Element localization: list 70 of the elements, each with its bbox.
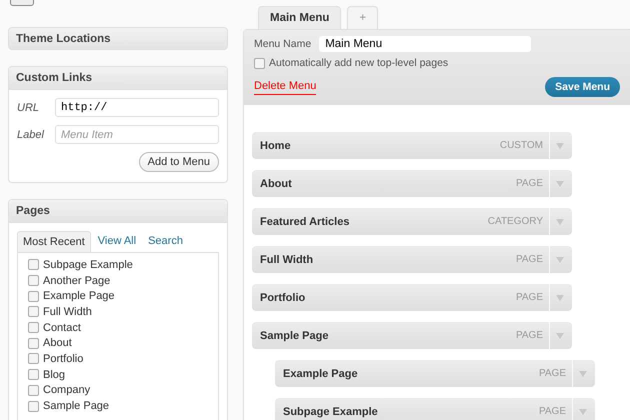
menu-item-bar[interactable]: Featured Articles CATEGORY	[252, 208, 572, 235]
menu-item-title: Featured Articles	[260, 216, 350, 228]
menu-item-title: Full Width	[260, 254, 314, 266]
tab[interactable]: Search	[143, 231, 188, 252]
menu-item-bar[interactable]: Sample Page PAGE	[252, 322, 572, 349]
menu-item-title: Portfolio	[260, 292, 306, 304]
menu-item-bar[interactable]: About PAGE	[252, 170, 572, 197]
checkbox[interactable]	[28, 275, 39, 286]
checkbox[interactable]	[28, 338, 39, 349]
label-field[interactable]: Menu Item	[55, 125, 219, 144]
dropdown-arrow-icon[interactable]	[556, 180, 564, 186]
url-field[interactable]: http://	[55, 98, 219, 117]
checkbox[interactable]	[28, 384, 39, 396]
page-label: Company	[43, 384, 90, 396]
page-label: Blog	[43, 368, 66, 381]
dropdown-arrow-icon[interactable]	[556, 218, 564, 224]
menu-tab[interactable]: Main Menu	[258, 6, 342, 29]
checkbox-label: Automatically add new top-level pages	[269, 57, 448, 69]
checkbox[interactable]	[28, 322, 39, 334]
page-label: Sample Page	[43, 400, 110, 412]
checkbox[interactable]	[28, 259, 39, 270]
menu-name-field[interactable]: Main Menu	[319, 36, 532, 52]
menu-item-bar[interactable]: Example Page PAGE	[275, 360, 595, 387]
tab[interactable]: Most Recent	[17, 231, 91, 252]
dropdown-arrow-icon[interactable]	[556, 256, 564, 262]
menu-item-type: CUSTOM	[500, 140, 544, 151]
menu-item-title: Subpage Example	[283, 406, 379, 418]
dropdown-arrow-icon[interactable]	[579, 370, 587, 376]
page-label: About	[43, 337, 72, 350]
field-label: Menu Name	[254, 38, 312, 50]
menu-item-title: Sample Page	[260, 330, 330, 342]
menu-item-type: PAGE	[516, 254, 544, 265]
menu-item-bar[interactable]: Subpage Example PAGE	[275, 398, 595, 420]
page-label: Full Width	[43, 306, 92, 318]
menu-item-type: PAGE	[516, 178, 544, 189]
menu-item-bar[interactable]: Portfolio PAGE	[252, 284, 572, 311]
panel-title: Theme Locations	[16, 32, 111, 44]
menu-item-type: PAGE	[516, 292, 544, 303]
menu-item-type: PAGE	[538, 406, 567, 417]
checkbox[interactable]	[28, 290, 39, 302]
menu-item-type: CATEGORY	[488, 216, 544, 227]
save-menu-button[interactable]: Save Menu	[545, 77, 620, 97]
checkbox[interactable]	[254, 58, 265, 68]
panel-header[interactable]: Theme Locations	[8, 27, 228, 50]
menu-item-bar[interactable]: Home CUSTOM	[252, 132, 572, 159]
menu-item-title: Example Page	[283, 368, 359, 380]
page-label: Another Page	[43, 274, 110, 287]
dropdown-arrow-icon[interactable]	[556, 332, 564, 338]
panel-title: Custom Links	[16, 72, 92, 84]
menu-item-title: Home	[260, 140, 292, 152]
page-label: Portfolio	[43, 352, 84, 365]
page-label: Contact	[43, 322, 81, 334]
page-label: Subpage Example	[43, 258, 133, 271]
menu-item-title: About	[260, 178, 293, 190]
tab[interactable]: View All	[92, 231, 142, 252]
checkbox[interactable]	[28, 369, 39, 380]
checkbox[interactable]	[28, 306, 39, 318]
field-label: Label	[17, 128, 46, 140]
menu-item-type: PAGE	[538, 368, 567, 379]
checkbox[interactable]	[28, 400, 39, 412]
dropdown-arrow-icon[interactable]	[556, 142, 564, 148]
dropdown-arrow-icon[interactable]	[556, 294, 564, 300]
checkbox[interactable]	[28, 353, 39, 364]
menu-item-type: PAGE	[516, 330, 544, 341]
page-label: Example Page	[43, 290, 115, 302]
add-to-menu-button[interactable]: Add to Menu	[138, 152, 219, 172]
field-label: URL	[17, 102, 40, 114]
dropdown-arrow-icon[interactable]	[579, 408, 587, 414]
menu-item-bar[interactable]: Full Width PAGE	[252, 246, 572, 273]
panel-title: Pages	[16, 205, 50, 217]
